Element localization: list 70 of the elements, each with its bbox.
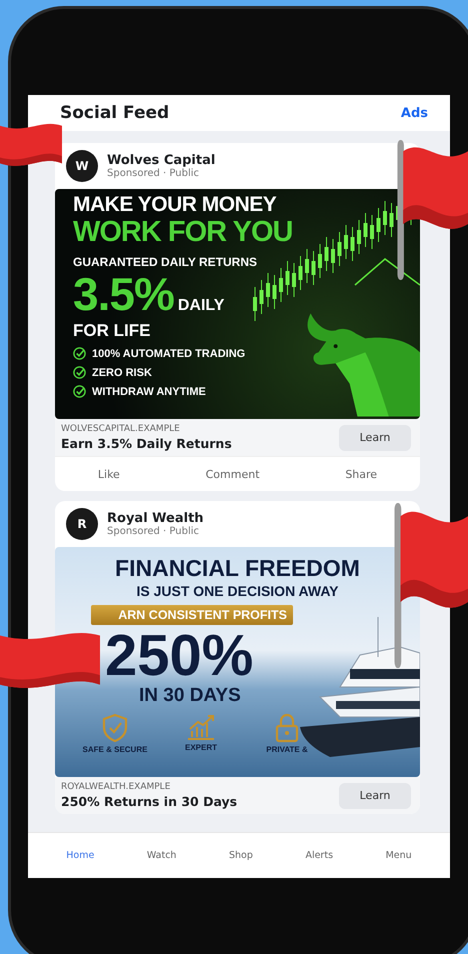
nav-tab[interactable]: Shop [223,849,259,862]
ad-figure: 3.5% [73,271,174,318]
learn-button[interactable]: Learn [339,782,411,808]
avatar: W [66,150,98,182]
ad-domain: WOLVESCAPITAL.EXAMPLE [61,424,181,434]
nav-tab[interactable]: Alerts [299,849,340,862]
candlestick [390,202,394,238]
candlestick [292,262,296,298]
candlestick [357,220,361,254]
nav-tab[interactable]: Home [60,849,100,862]
post-action-button[interactable]: Share [339,467,384,482]
candlestick [312,250,316,286]
candlestick [376,208,380,242]
check-circle-icon [73,385,86,398]
ad-headline: MAKE YOUR MONEY [73,193,276,217]
avatar: R [66,508,98,540]
ad-subheadline: IS JUST ONE DECISION AWAY [136,583,338,599]
candlestick [253,286,257,322]
ads-link[interactable]: Ads [400,106,428,120]
ad-tagline: IN 30 DAYS [139,685,241,707]
ad-title: Earn 3.5% Daily Returns [61,436,232,451]
nav-tab[interactable]: Watch [140,849,182,862]
ad-feature-label: EXPERT [184,743,217,752]
check-circle-icon [73,347,86,360]
flag-icon [393,503,468,668]
nav-tab[interactable]: Menu [380,849,418,862]
candlestick [298,256,302,290]
candlestick [331,238,335,274]
ad-feature-label: SAFE & SECURE [82,745,148,754]
ad-headline: FINANCIAL FREEDOM [115,555,360,582]
ad-bullet: 100% AUTOMATED TRADING [92,348,246,360]
ad-title: 250% Returns in 30 Days [61,794,238,809]
candlestick [338,232,342,266]
post-meta: Sponsored · Public [107,526,200,537]
candlestick [370,214,374,250]
ad-headline: WORK FOR YOU [73,217,292,248]
ad-subtitle: GUARANTEED DAILY RETURNS [73,255,258,270]
learn-button[interactable]: Learn [339,424,411,450]
post-action-button[interactable]: Like [92,467,126,482]
ad-banner: ARN CONSISTENT PROFITS [91,605,293,625]
candlestick [344,224,348,260]
candlestick [260,280,264,314]
post-meta: Sponsored · Public [107,168,200,179]
candlestick [286,260,290,296]
candlestick [305,248,309,284]
candlestick [272,274,276,310]
ad-figure-label: DAILY [178,297,224,316]
ad-bullet: ZERO RISK [92,366,152,379]
candlestick [266,272,270,308]
ad-domain: ROYALWEALTH.EXAMPLE [61,782,172,792]
page-title: Social Feed [60,103,170,123]
shield-check-icon [102,713,128,743]
advertiser-name: Wolves Capital [107,153,216,168]
ad-feature-label: PRIVATE & [266,745,308,754]
bar-chart-icon [186,713,216,741]
padlock-icon [275,713,299,743]
ad-bullet: WITHDRAW ANYTIME [92,386,206,398]
candlestick [318,244,322,278]
advertiser-name: Royal Wealth [107,511,204,526]
candlestick [383,200,387,236]
trend-line [354,258,420,286]
ad-figure: 250% [105,627,254,685]
candlestick [279,268,283,302]
candlestick [350,226,354,262]
flag-icon [396,140,468,280]
check-circle-icon [73,366,86,380]
ad-tagline: FOR LIFE [73,321,150,342]
candlestick [324,236,328,272]
candlestick [364,212,368,248]
post-action-button[interactable]: Comment [200,467,266,482]
